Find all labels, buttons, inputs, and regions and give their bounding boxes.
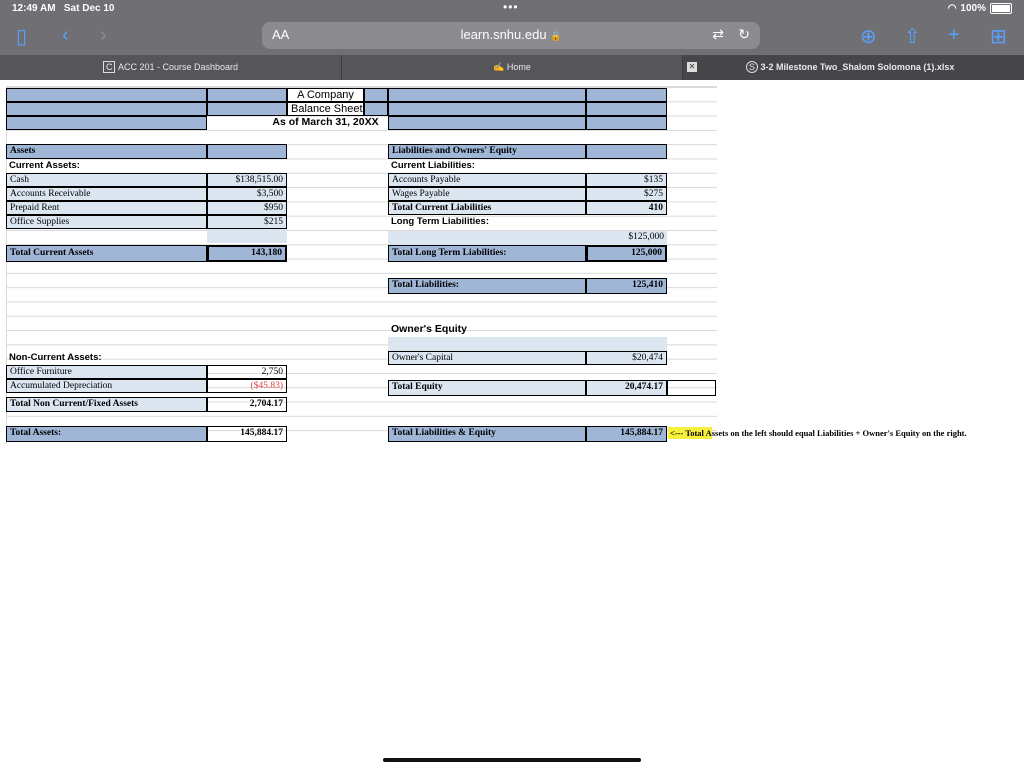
reload-icon[interactable]: ↻	[738, 26, 750, 43]
supplies-label[interactable]: Office Supplies	[6, 215, 207, 229]
prepaid-value[interactable]: $950	[207, 201, 287, 215]
long-term-liabilities-value[interactable]: $125,000	[586, 231, 667, 245]
total-assets-value[interactable]: 145,884.17	[207, 426, 287, 442]
wifi-icon: ◠	[947, 3, 957, 14]
battery-indicator: ◠ 100%	[948, 3, 1012, 14]
prepaid-label[interactable]: Prepaid Rent	[6, 201, 207, 215]
supplies-value[interactable]: $215	[207, 215, 287, 229]
status-time: 12:49 AM Sat Dec 10	[12, 3, 115, 14]
total-assets-label[interactable]: Total Assets:	[6, 426, 207, 442]
total-liabilities-equity-value[interactable]: 145,884.17	[586, 426, 667, 442]
download-icon[interactable]: ⊕	[860, 24, 877, 49]
status-bar: 12:49 AM Sat Dec 10 ••• ◠ 100%	[0, 0, 1024, 18]
current-assets-label[interactable]: Current Assets:	[6, 159, 207, 173]
sidebar-icon[interactable]: ▯	[16, 24, 27, 49]
total-liabilities-equity-label[interactable]: Total Liabilities & Equity	[388, 426, 586, 442]
depreciation-value[interactable]: ($45.83)	[207, 379, 287, 393]
depreciation-label[interactable]: Accumulated Depreciation	[6, 379, 207, 393]
ar-value[interactable]: $3,500	[207, 187, 287, 201]
total-non-current-label[interactable]: Total Non Current/Fixed Assets	[6, 397, 207, 412]
total-equity-label[interactable]: Total Equity	[388, 380, 586, 396]
forward-icon[interactable]: ›	[100, 24, 107, 47]
sheet-date[interactable]: As of March 31, 20XX	[263, 116, 388, 130]
tab-favicon: C	[102, 61, 116, 73]
total-non-current-value[interactable]: 2,704.17	[207, 397, 287, 412]
long-term-liabilities-label[interactable]: Long Term Liabilities:	[388, 215, 586, 229]
translate-icon[interactable]: ⇄	[712, 26, 724, 43]
current-liabilities-label[interactable]: Current Liabilities:	[388, 159, 586, 173]
wp-label[interactable]: Wages Payable	[388, 187, 586, 201]
back-icon[interactable]: ‹	[62, 24, 69, 47]
total-liabilities-value[interactable]: 125,410	[586, 278, 667, 294]
wp-value[interactable]: $275	[586, 187, 667, 201]
total-long-term-liabilities-value[interactable]: 125,000	[586, 245, 667, 262]
battery-icon	[990, 3, 1012, 14]
browser-toolbar: ▯ ‹ › AA learn.snhu.edu 🔒 ⇄ ↻ ⊕ ⇧ + ⊞	[0, 18, 1024, 55]
total-current-assets-label[interactable]: Total Current Assets	[6, 245, 207, 262]
total-equity-value[interactable]: 20,474.17	[586, 380, 667, 396]
owners-equity-label[interactable]: Owner's Equity	[388, 323, 586, 337]
non-current-assets-label[interactable]: Non-Current Assets:	[6, 351, 207, 365]
ar-label[interactable]: Accounts Receivable	[6, 187, 207, 201]
owners-capital-value[interactable]: $20,474	[586, 351, 667, 365]
total-current-assets-value[interactable]: 143,180	[207, 245, 287, 262]
sheet-title[interactable]: Balance Sheet	[287, 102, 364, 116]
cash-value[interactable]: $138,515.00	[207, 173, 287, 187]
home-indicator[interactable]	[383, 758, 641, 762]
spreadsheet-view: A Company Balance Sheet As of March 31, …	[0, 80, 1024, 768]
total-long-term-liabilities-label[interactable]: Total Long Term Liabilities:	[388, 245, 586, 262]
furniture-value[interactable]: 2,750	[207, 365, 287, 379]
tab-favicon: S	[746, 61, 759, 73]
company-name[interactable]: A Company	[287, 88, 364, 102]
new-tab-icon[interactable]: +	[948, 24, 960, 47]
balance-note[interactable]: <--- Total Assets on the left should equ…	[668, 427, 1018, 441]
ap-label[interactable]: Accounts Payable	[388, 173, 586, 187]
multitasking-dots[interactable]: •••	[503, 0, 519, 14]
share-icon[interactable]: ⇧	[904, 24, 921, 49]
liabilities-header[interactable]: Liabilities and Owners' Equity	[388, 144, 586, 159]
address-bar[interactable]: AA learn.snhu.edu 🔒 ⇄ ↻	[262, 22, 760, 49]
edit-icon: ✍	[493, 62, 505, 72]
header-band	[6, 88, 207, 102]
tab-overview-icon[interactable]: ⊞	[990, 24, 1007, 49]
tab-course-dashboard[interactable]: C ACC 201 - Course Dashboard	[0, 55, 342, 80]
tab-spreadsheet[interactable]: ✕ S 3-2 Milestone Two_Shalom Solomona (1…	[683, 55, 1024, 80]
assets-header[interactable]: Assets	[6, 144, 207, 159]
tab-bar: C ACC 201 - Course Dashboard ✍ Home ✕ S …	[0, 55, 1024, 80]
url-text[interactable]: learn.snhu.edu 🔒	[262, 27, 760, 42]
total-current-liabilities-value[interactable]: 410	[586, 201, 667, 215]
total-current-liabilities-label[interactable]: Total Current Liabilities	[388, 201, 586, 215]
close-tab-icon[interactable]: ✕	[687, 62, 697, 72]
total-liabilities-label[interactable]: Total Liabilities:	[388, 278, 586, 294]
cash-label[interactable]: Cash	[6, 173, 207, 187]
owners-capital-label[interactable]: Owner's Capital	[388, 351, 586, 365]
tab-home[interactable]: ✍ Home	[342, 55, 683, 80]
ap-value[interactable]: $135	[586, 173, 667, 187]
furniture-label[interactable]: Office Furniture	[6, 365, 207, 379]
